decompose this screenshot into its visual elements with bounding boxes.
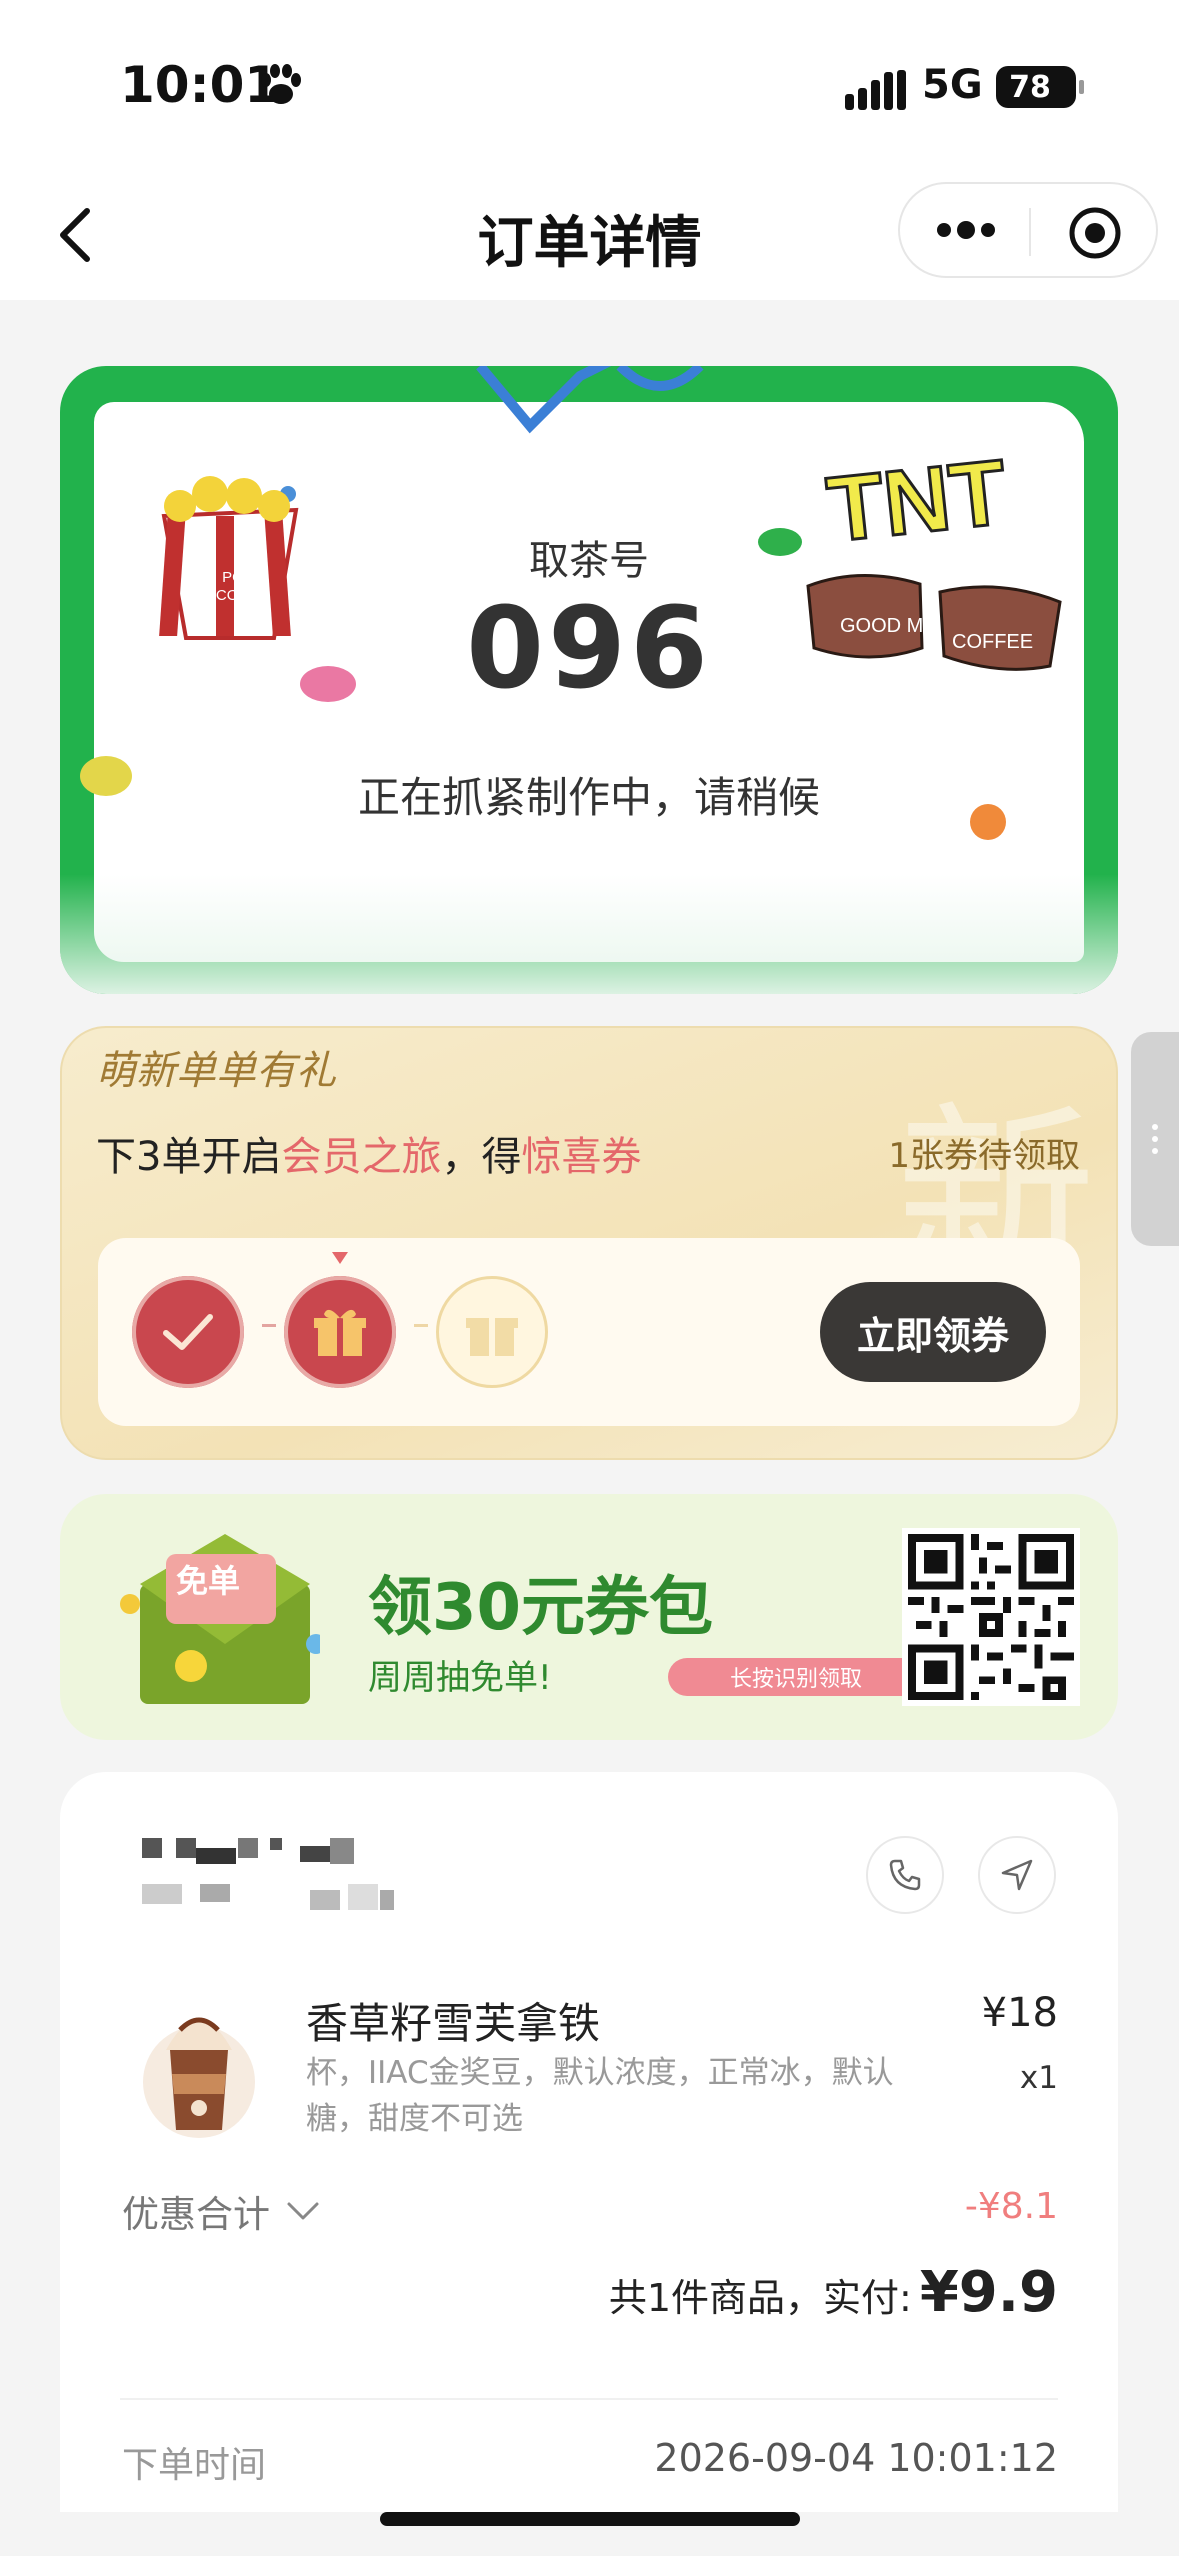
network-type: 5G bbox=[922, 62, 983, 108]
battery-level: 78 bbox=[1009, 69, 1051, 105]
gift-icon bbox=[466, 1318, 518, 1356]
status-bar: 10:01 5G 78 bbox=[0, 0, 1179, 170]
pickup-card: POP CORN TNT GOOD ME COFFEE 取茶号 096 正在抓紧… bbox=[60, 366, 1118, 994]
more-button[interactable] bbox=[936, 218, 996, 246]
free-order-badge: 免单 bbox=[176, 1562, 241, 1600]
divider bbox=[120, 2398, 1058, 2400]
current-step-marker-icon bbox=[332, 1252, 348, 1264]
target-icon bbox=[1069, 207, 1121, 259]
envelope-icon bbox=[120, 1534, 320, 1704]
product-spec: 杯，IIAC金奖豆，默认浓度，正常冰，默认糖，甜度不可选 bbox=[306, 2055, 894, 2137]
qr-code-icon bbox=[908, 1534, 1074, 1700]
order-status-text: 正在抓紧制作中，请稍候 bbox=[357, 773, 820, 822]
close-miniprogram-button[interactable] bbox=[1068, 206, 1122, 264]
claim-coupon-button[interactable]: 立即领券 bbox=[820, 1282, 1046, 1382]
capsule-divider bbox=[1029, 208, 1031, 256]
clock: 10:01 bbox=[120, 56, 280, 114]
long-press-tag: 长按识别领取 bbox=[668, 1658, 924, 1696]
order-detail-card: 香草籽雪芙拿铁 杯，IIAC金奖豆，默认浓度，正常冰，默认糖，甜度不可选 ¥18… bbox=[60, 1772, 1118, 2512]
paw-icon bbox=[258, 64, 304, 112]
check-icon bbox=[163, 1314, 213, 1350]
discount-label: 优惠合计 bbox=[122, 2193, 270, 2236]
pending-coupon-count: 1张券待领取 bbox=[888, 1136, 1080, 1176]
product-price: ¥18 bbox=[981, 1990, 1058, 2036]
product-quantity: x1 bbox=[1019, 2060, 1058, 2096]
total-summary: 共1件商品，实付: ¥9.9 bbox=[609, 2260, 1058, 2325]
product-name: 香草籽雪芙拿铁 bbox=[306, 1999, 601, 2048]
navigation-icon bbox=[1001, 1859, 1033, 1891]
promo-title: 领30元券包 bbox=[368, 1556, 714, 1648]
pickup-number: 096 bbox=[466, 584, 712, 714]
coupon-step-locked bbox=[436, 1276, 548, 1388]
member-headline: 下3单开启会员之旅，得惊喜券 bbox=[96, 1134, 642, 1180]
coupon-pack-banner[interactable]: 免单 领30元券包 周周抽免单! 长按识别领取 bbox=[60, 1494, 1118, 1740]
qr-code[interactable] bbox=[902, 1528, 1080, 1706]
chevron-down-icon bbox=[287, 2202, 319, 2220]
member-brand: 萌新单单有礼 bbox=[96, 1048, 336, 1094]
side-drawer-handle[interactable] bbox=[1131, 1032, 1179, 1246]
nav-bar: 订单详情 bbox=[0, 170, 1179, 300]
pickup-label: 取茶号 bbox=[529, 538, 649, 584]
total-text: 共1件商品，实付: bbox=[608, 2276, 912, 2320]
member-journey-card: 新 萌新单单有礼 下3单开启会员之旅，得惊喜券 1张券待领取 立即领券 bbox=[60, 1026, 1118, 1460]
order-time-value: 2026-09-04 10:01:12 bbox=[654, 2436, 1058, 2480]
discount-value: -¥8.1 bbox=[964, 2186, 1058, 2227]
coupon-step-current bbox=[284, 1276, 396, 1388]
miniprogram-capsule bbox=[898, 182, 1158, 278]
coupon-progress: 立即领券 bbox=[98, 1238, 1080, 1426]
signal-icon bbox=[845, 70, 907, 114]
navigate-store-button[interactable] bbox=[978, 1836, 1056, 1914]
gift-icon bbox=[314, 1309, 366, 1356]
call-store-button[interactable] bbox=[866, 1836, 944, 1914]
more-dots-icon bbox=[937, 221, 995, 239]
store-info-redacted bbox=[142, 1838, 394, 1910]
total-amount: ¥9.9 bbox=[919, 2260, 1058, 2325]
product-image bbox=[143, 2017, 255, 2138]
discount-toggle[interactable]: 优惠合计 bbox=[122, 2184, 320, 2238]
phone-icon bbox=[889, 1859, 921, 1891]
home-indicator[interactable] bbox=[380, 2512, 800, 2526]
coupon-step-completed bbox=[132, 1276, 244, 1388]
promo-subtitle: 周周抽免单! bbox=[368, 1658, 552, 1698]
order-time-label: 下单时间 bbox=[122, 2445, 267, 2486]
battery-icon: 78 bbox=[996, 66, 1084, 108]
